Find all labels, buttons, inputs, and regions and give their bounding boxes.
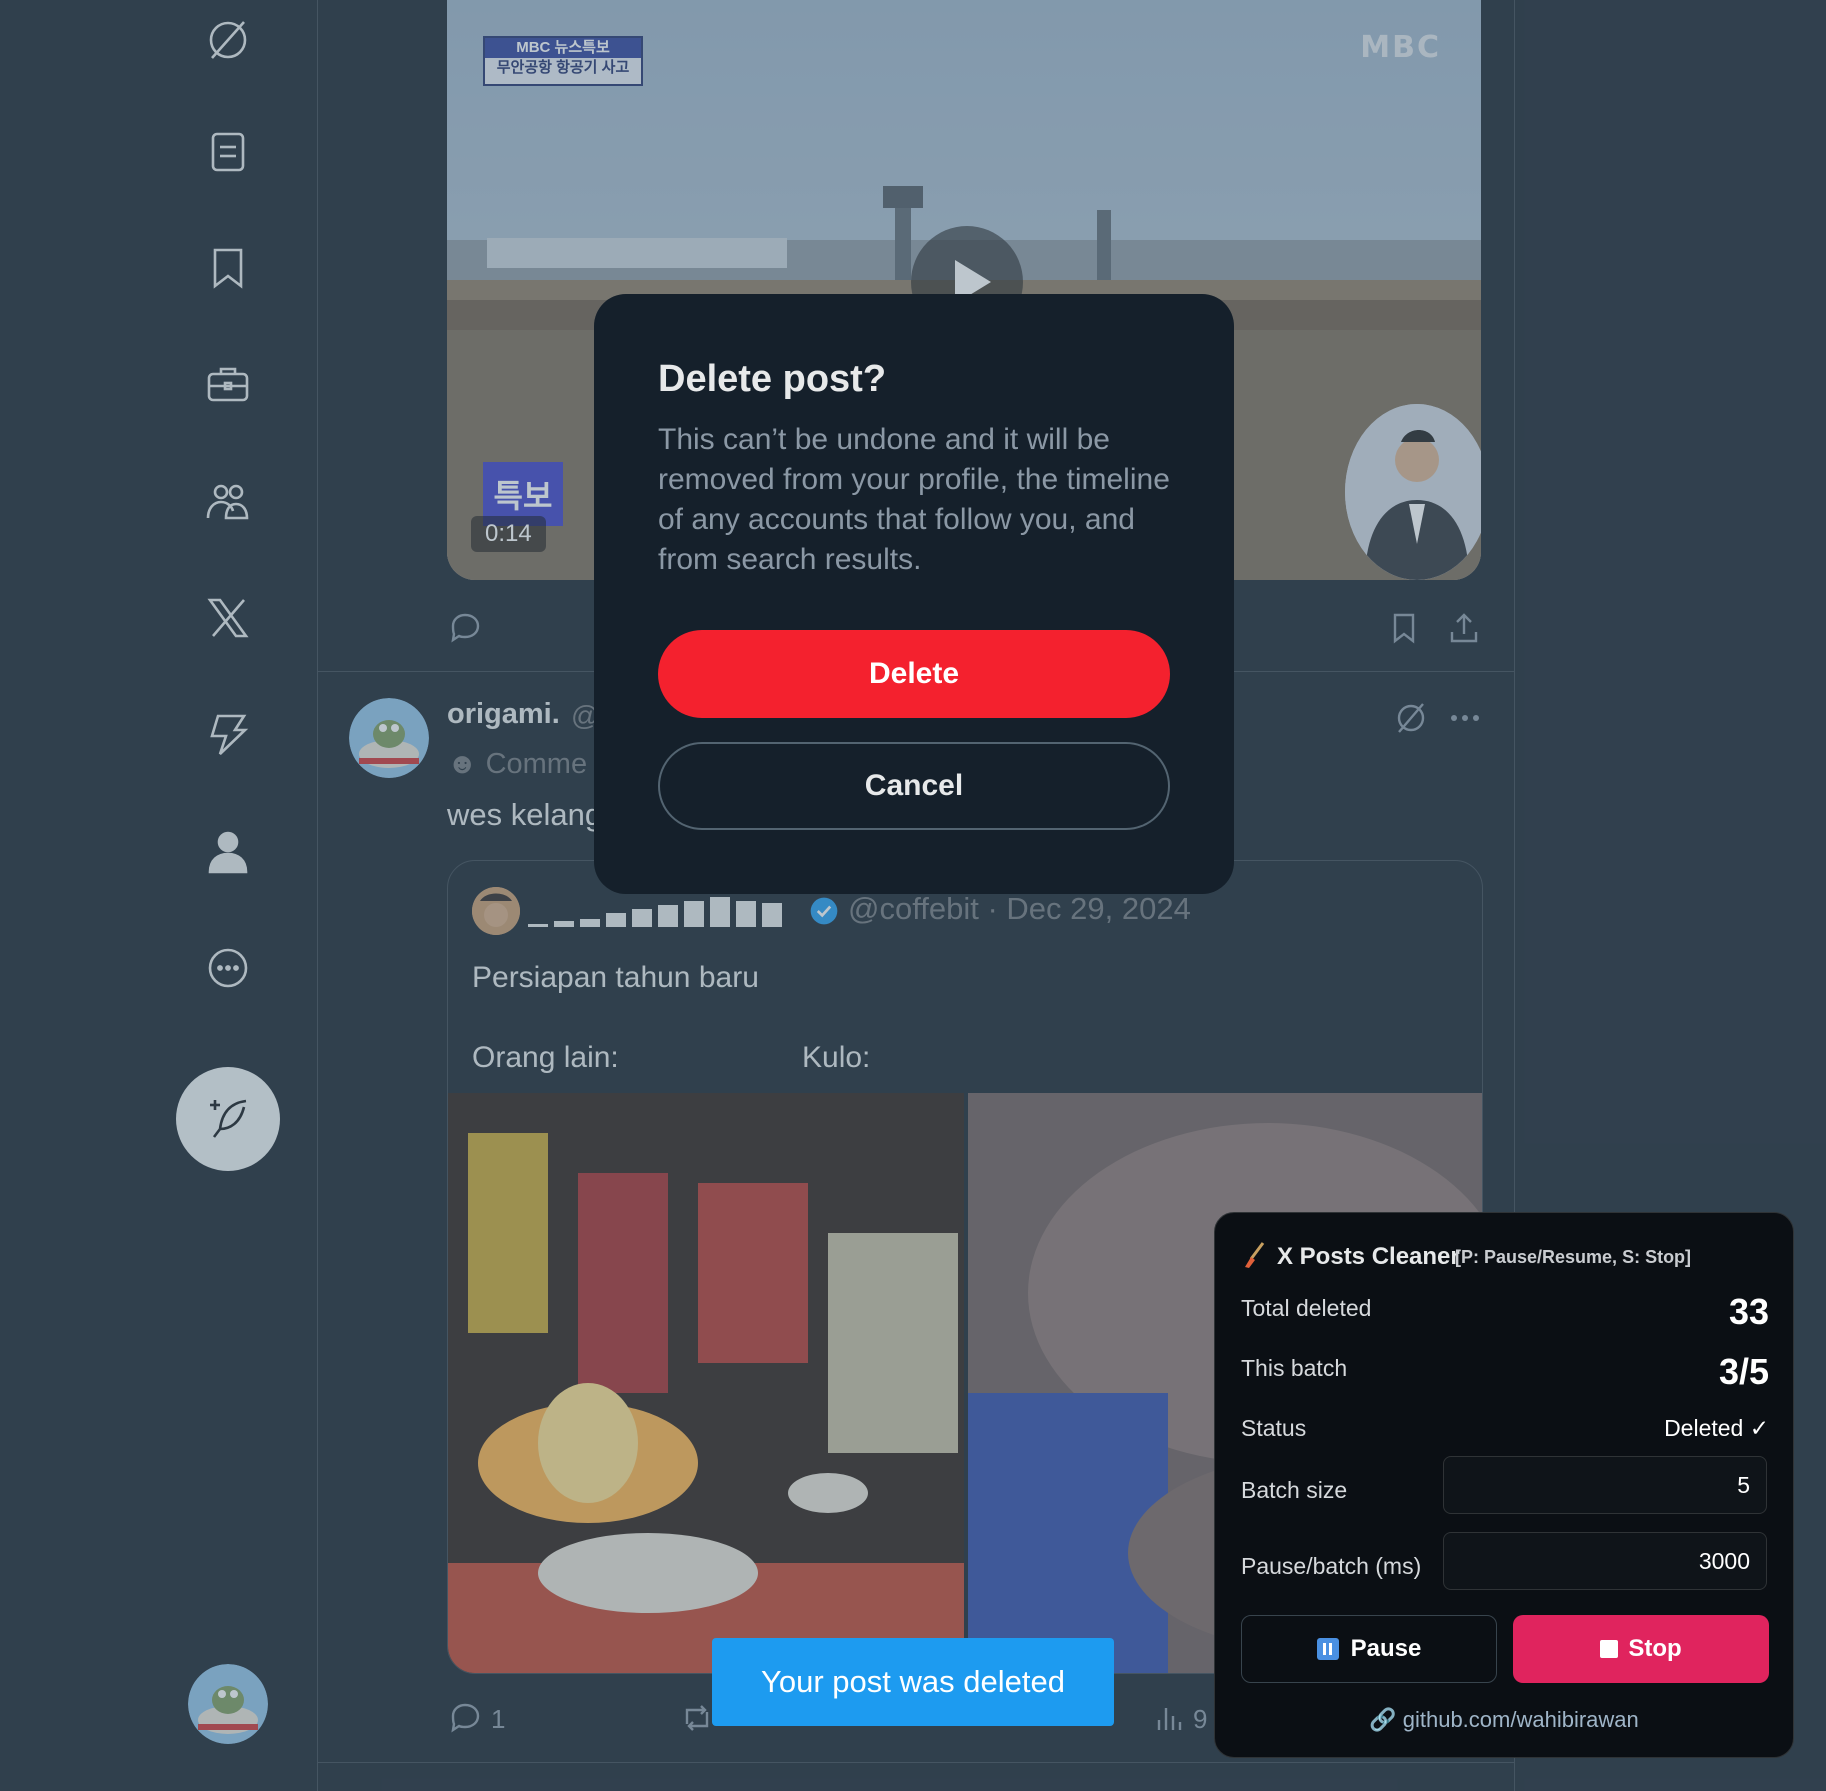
cancel-button[interactable]: Cancel — [658, 742, 1170, 830]
status-value: Deleted ✓ — [1664, 1415, 1769, 1441]
panel-title: X Posts Cleaner — [1277, 1243, 1460, 1270]
this-batch-label: This batch — [1241, 1355, 1348, 1381]
pause-button[interactable]: Pause — [1241, 1615, 1497, 1683]
panel-shortcuts-hint: [P: Pause/Resume, S: Stop] — [1455, 1247, 1692, 1267]
batch-size-input[interactable] — [1443, 1456, 1767, 1514]
pause-icon — [1316, 1638, 1339, 1660]
posts-cleaner-panel: X Posts Cleaner [P: Pause/Resume, S: Sto… — [1214, 1212, 1794, 1758]
pause-batch-label: Pause/batch (ms) — [1241, 1553, 1422, 1579]
delete-post-dialog: Delete post? This can’t be undone and it… — [594, 294, 1234, 894]
status-label: Status — [1241, 1415, 1307, 1441]
stop-button[interactable]: Stop — [1513, 1615, 1769, 1683]
dialog-body: This can’t be undone and it will be remo… — [658, 423, 1170, 576]
github-link[interactable]: 🔗 github.com/wahibirawan — [1215, 1707, 1793, 1733]
broom-icon — [1245, 1242, 1265, 1268]
deleted-toast: Your post was deleted — [712, 1638, 1114, 1726]
this-batch-value: 3/5 — [1718, 1351, 1769, 1392]
total-deleted-value: 33 — [1728, 1291, 1769, 1332]
stop-icon — [1600, 1640, 1619, 1658]
link-icon: 🔗 — [1369, 1707, 1403, 1732]
pause-batch-input[interactable] — [1443, 1532, 1767, 1590]
confirm-delete-button[interactable]: Delete — [658, 630, 1170, 718]
batch-size-label: Batch size — [1241, 1477, 1348, 1503]
total-deleted-label: Total deleted — [1241, 1295, 1372, 1321]
dialog-title: Delete post? — [658, 358, 887, 400]
